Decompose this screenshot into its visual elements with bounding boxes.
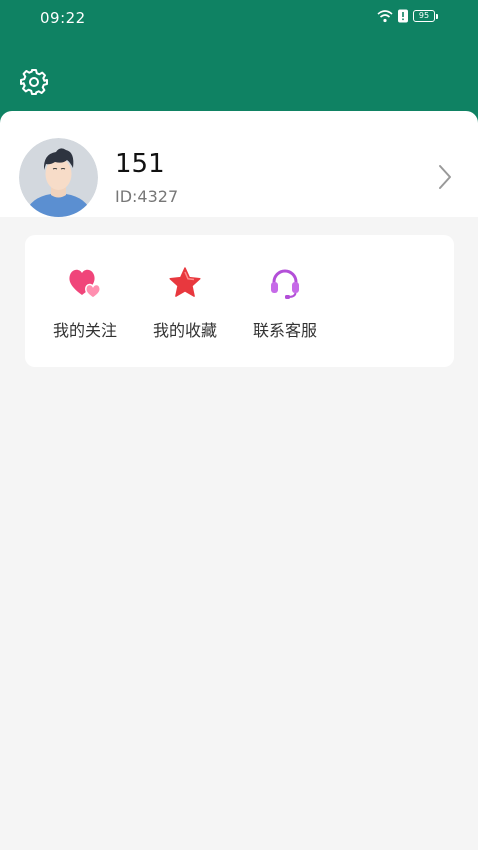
avatar-icon [19,138,98,217]
battery-icon: 95 [413,10,435,22]
star-icon [169,267,201,297]
profile-card[interactable]: 151 ID:4327 [0,111,478,217]
avatar[interactable] [19,138,98,217]
gear-icon[interactable] [20,68,48,96]
battery-level: 95 [418,11,430,20]
user-id: ID:4327 [115,187,179,206]
chevron-right-icon[interactable] [437,163,453,191]
my-follows-button[interactable]: 我的关注 [35,265,135,345]
headset-icon [271,269,299,299]
contact-support-label: 联系客服 [252,321,317,340]
battery-cap [436,13,438,19]
actions-card: 我的关注 我的收藏 联系客服 [25,235,454,367]
status-bar: 09:22 95 [0,0,478,36]
hearts-icon [69,269,101,299]
status-time: 09:22 [40,9,86,27]
my-favorites-button[interactable]: 我的收藏 [135,265,235,345]
contact-support-button[interactable]: 联系客服 [235,265,335,345]
wifi-icon [377,10,393,23]
username: 151 [115,149,165,179]
my-favorites-label: 我的收藏 [152,321,217,340]
alert-icon [398,9,408,23]
my-follows-label: 我的关注 [52,321,117,340]
status-icons: 95 [377,9,438,23]
